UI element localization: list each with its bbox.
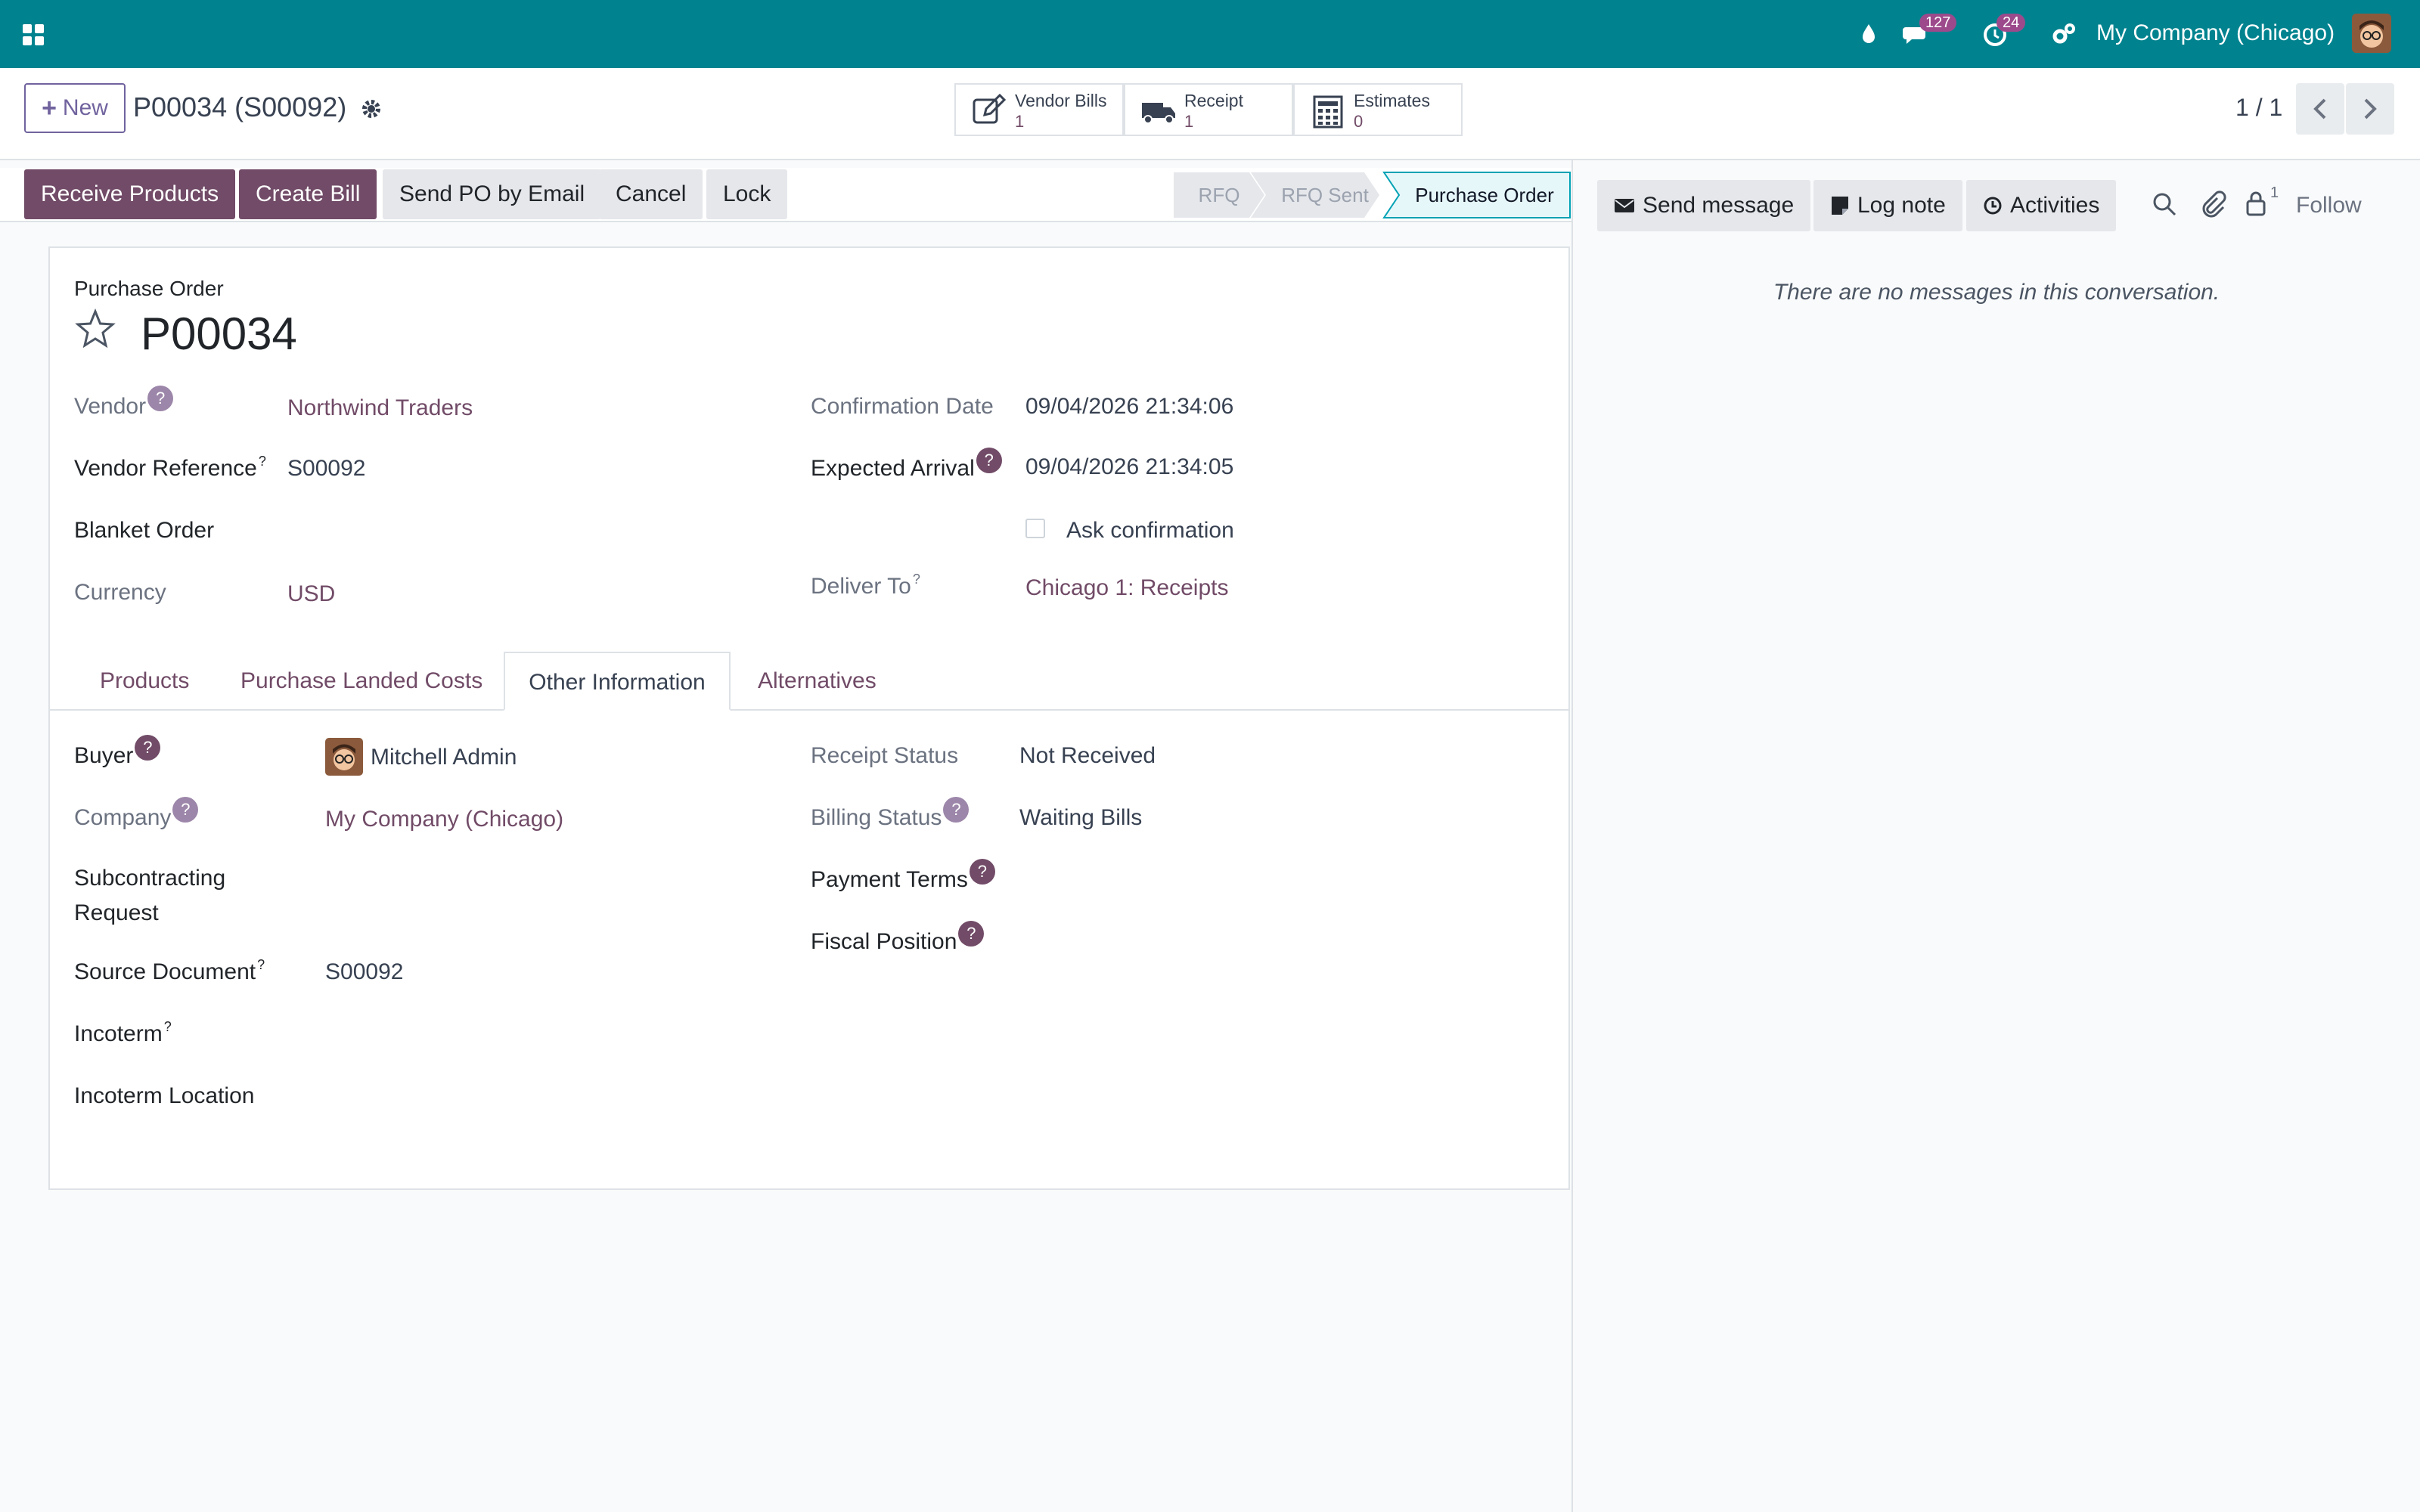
- stage-purchase-order[interactable]: Purchase Order: [1399, 172, 1570, 218]
- expected-arrival-field[interactable]: 09/04/2026 21:34:05: [1025, 452, 1233, 482]
- tab-alternatives[interactable]: Alternatives: [758, 652, 876, 711]
- billing-status-field: Waiting Bills: [1019, 805, 1143, 830]
- source-document-field[interactable]: S00092: [325, 957, 403, 987]
- help-icon[interactable]: ?: [172, 797, 199, 823]
- record-name: P00034: [141, 308, 297, 359]
- receipt-status-field: Not Received: [1019, 743, 1156, 768]
- vendor-reference-label: Vendor Reference?: [74, 454, 266, 481]
- chevron-right-icon: [2364, 98, 2377, 119]
- gear-icon[interactable]: [360, 98, 383, 120]
- lock-button[interactable]: Lock: [706, 169, 788, 219]
- pager-previous-button[interactable]: [2296, 83, 2344, 135]
- help-icon[interactable]: ?: [943, 797, 970, 823]
- blanket-order-label: Blanket Order: [74, 518, 215, 543]
- doc-type-label: Purchase Order: [74, 277, 224, 300]
- help-icon[interactable]: ?: [135, 735, 161, 761]
- note-icon: [1830, 195, 1850, 216]
- app-menu-icon[interactable]: [17, 17, 51, 51]
- send-message-button[interactable]: Send message: [1597, 180, 1811, 231]
- currency-field[interactable]: USD: [287, 579, 335, 609]
- settings-gears-icon[interactable]: [2046, 17, 2081, 51]
- help-icon[interactable]: ?: [976, 448, 1002, 473]
- subcontracting-request-label: Subcontracting Request: [74, 866, 226, 925]
- breadcrumb: P00034 (S00092): [133, 89, 383, 125]
- buyer-field[interactable]: Mitchell Admin: [371, 742, 517, 773]
- buyer-label: Buyer?: [74, 735, 161, 771]
- edit-icon: [971, 94, 1007, 127]
- ask-confirmation-label[interactable]: Ask confirmation: [1066, 516, 1234, 546]
- top-navbar: 127 24 My Company (Chicago): [0, 0, 2420, 68]
- deliver-to-field[interactable]: Chicago 1: Receipts: [1025, 573, 1228, 603]
- fiscal-position-label: Fiscal Position?: [811, 921, 985, 957]
- expected-arrival-label: Expected Arrival?: [811, 448, 1002, 484]
- pager-value[interactable]: 1 / 1: [2235, 89, 2282, 125]
- cancel-button[interactable]: Cancel: [599, 169, 703, 219]
- company-field[interactable]: My Company (Chicago): [325, 804, 563, 835]
- tab-products[interactable]: Products: [100, 652, 189, 711]
- receive-products-button[interactable]: Receive Products: [24, 169, 236, 219]
- form-sheet: Purchase Order P00034 Vendor? Northwind …: [48, 246, 1570, 1190]
- deliver-to-label: Deliver To?: [811, 572, 920, 599]
- control-panel: + New P00034 (S00092) Vendor Bills 1 Rec…: [0, 68, 2420, 160]
- ask-confirmation-checkbox[interactable]: [1025, 519, 1045, 538]
- confirmation-date-field[interactable]: 09/04/2026 21:34:06: [1025, 392, 1233, 422]
- activities-badge: 24: [1996, 14, 2026, 32]
- currency-label: Currency: [74, 580, 166, 605]
- incoterm-location-label: Incoterm Location: [74, 1083, 255, 1108]
- create-bill-button[interactable]: Create Bill: [239, 169, 377, 219]
- help-icon[interactable]: ?: [958, 921, 985, 947]
- followers-count: 1: [2270, 184, 2279, 201]
- confirmation-date-label: Confirmation Date: [811, 394, 994, 419]
- payment-terms-label: Payment Terms?: [811, 859, 995, 895]
- help-icon[interactable]: ?: [969, 859, 995, 885]
- help-icon[interactable]: ?: [147, 386, 174, 411]
- follow-button[interactable]: Follow: [2296, 191, 2362, 221]
- star-icon[interactable]: [73, 307, 118, 352]
- chevron-left-icon: [2313, 98, 2326, 119]
- calculator-icon: [1310, 94, 1346, 130]
- chatter-divider: [1571, 159, 1573, 1512]
- vendor-field[interactable]: Northwind Traders: [287, 393, 473, 423]
- vendor-bills-smart-button[interactable]: Vendor Bills 1: [954, 83, 1124, 136]
- vendor-label: Vendor?: [74, 386, 174, 422]
- chatter-empty-message: There are no messages in this conversati…: [1773, 280, 2220, 305]
- droplet-icon[interactable]: [1851, 17, 1886, 51]
- followers-lock-icon[interactable]: [2243, 189, 2269, 218]
- company-label: Company?: [74, 797, 199, 833]
- clock-icon: [1983, 196, 2003, 215]
- pager-next-button[interactable]: [2346, 83, 2394, 135]
- plus-icon: +: [42, 94, 57, 122]
- receipt-smart-button[interactable]: Receipt 1: [1124, 83, 1293, 136]
- activities-button[interactable]: Activities: [1966, 180, 2117, 231]
- search-icon[interactable]: [2151, 191, 2178, 218]
- form-statusbar: Receive Products Create Bill Send PO by …: [0, 168, 1571, 222]
- buyer-avatar: [325, 738, 363, 776]
- log-note-button[interactable]: Log note: [1813, 180, 1962, 231]
- truck-icon: [1140, 94, 1177, 127]
- estimates-smart-button[interactable]: Estimates 0: [1293, 83, 1463, 136]
- company-switcher[interactable]: My Company (Chicago): [2096, 18, 2335, 48]
- tab-other-information[interactable]: Other Information: [504, 652, 731, 711]
- envelope-icon: [1614, 197, 1635, 215]
- incoterm-label: Incoterm?: [74, 1019, 172, 1046]
- stage-rfq-sent[interactable]: RFQ Sent: [1266, 172, 1384, 218]
- tab-purchase-landed-costs[interactable]: Purchase Landed Costs: [240, 652, 482, 711]
- stage-rfq[interactable]: RFQ: [1174, 172, 1264, 218]
- receipt-status-label: Receipt Status: [811, 743, 959, 768]
- send-po-email-button[interactable]: Send PO by Email: [383, 169, 602, 219]
- messages-badge: 127: [1919, 14, 1957, 32]
- billing-status-label: Billing Status?: [811, 797, 970, 833]
- new-button[interactable]: + New: [24, 83, 126, 133]
- vendor-reference-field[interactable]: S00092: [287, 454, 365, 484]
- source-document-label: Source Document?: [74, 957, 265, 984]
- paperclip-icon[interactable]: [2199, 191, 2226, 218]
- user-avatar[interactable]: [2352, 14, 2391, 53]
